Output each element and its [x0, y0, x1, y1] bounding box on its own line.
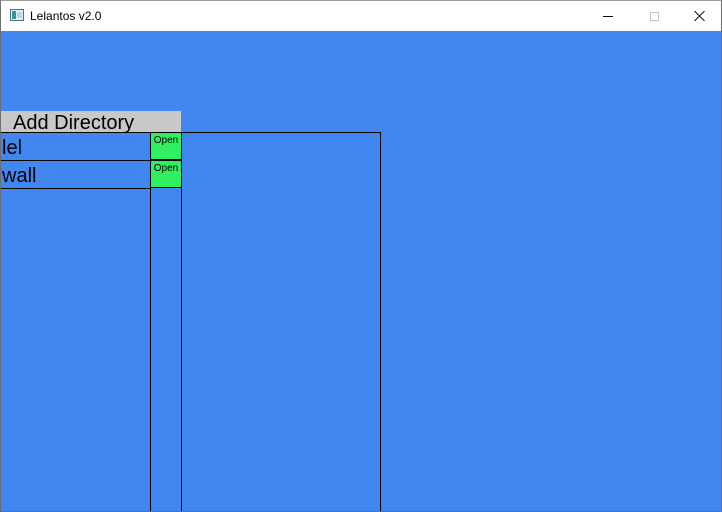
- directory-panel: [150, 132, 381, 511]
- main-content: Add Directory lel Open wall Open: [1, 31, 721, 511]
- title-bar[interactable]: Lelantos v2.0: [1, 1, 721, 31]
- minimize-icon: [603, 15, 613, 17]
- maximize-icon: [649, 11, 659, 21]
- open-button[interactable]: Open: [150, 160, 182, 188]
- close-icon: [693, 10, 705, 22]
- close-button[interactable]: [676, 1, 721, 31]
- open-button[interactable]: Open: [150, 132, 182, 160]
- window-title: Lelantos v2.0: [30, 9, 102, 23]
- directory-name: lel: [2, 137, 23, 159]
- directory-row[interactable]: lel: [1, 132, 151, 161]
- app-window: Lelantos v2.0 Add Directory lel Open wal…: [0, 0, 722, 512]
- directory-name: wall: [2, 165, 37, 187]
- add-directory-button[interactable]: Add Directory: [1, 111, 181, 134]
- minimize-button[interactable]: [585, 1, 631, 31]
- column-divider: [181, 132, 182, 511]
- directory-row[interactable]: wall: [1, 160, 151, 189]
- maximize-button[interactable]: [631, 1, 677, 31]
- app-window-icon: [10, 9, 24, 21]
